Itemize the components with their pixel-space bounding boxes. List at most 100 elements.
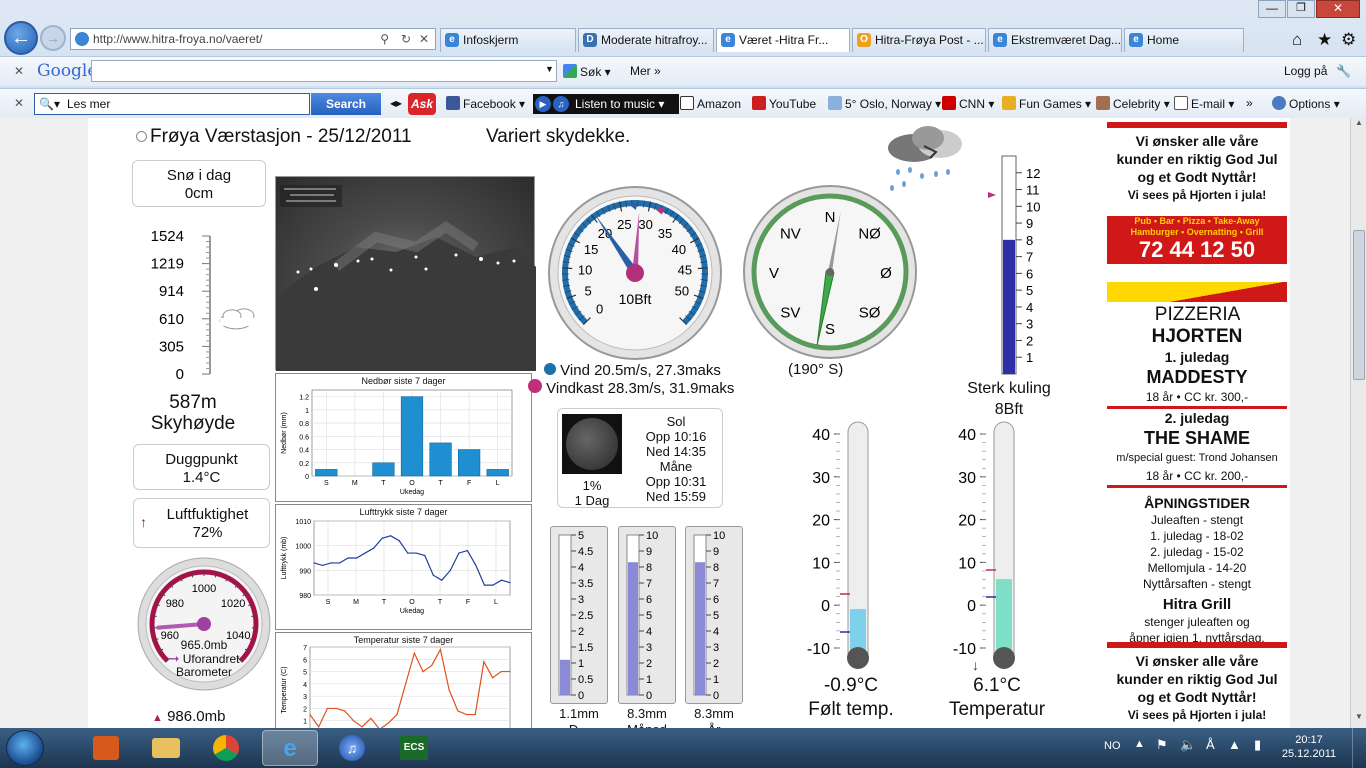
chart-y-tick: 5 [303, 670, 307, 677]
rain-gauge-tick: 0 [713, 690, 719, 702]
temperature-chart-svg: 01234567Temperatur (C) [281, 645, 511, 728]
taskbar-explorer-icon[interactable] [138, 730, 194, 766]
minimize-icon[interactable]: — [1258, 0, 1286, 18]
scroll-up-icon[interactable]: ▲ [1352, 118, 1366, 132]
ad2-age1: 18 år • CC kr. 300,- [1107, 388, 1287, 409]
chevrons-icon[interactable]: ◂▸ [390, 96, 402, 110]
close-toolbar-icon[interactable]: ✕ [14, 96, 24, 110]
ask-search-button[interactable]: Search [311, 93, 381, 115]
toolbar-email[interactable]: E-mail ▾ [1174, 96, 1234, 111]
chart-y-label: Lufttrykk (mb) [281, 537, 288, 580]
restore-icon[interactable]: ❐ [1287, 0, 1315, 18]
rain-gauge-tick: 0 [646, 690, 652, 702]
favorites-star-icon[interactable]: ★ [1317, 30, 1332, 50]
stop-icon[interactable]: ✕ [419, 29, 429, 49]
web-page: Frøya Værstasjon - 25/12/2011 Variert sk… [0, 118, 1350, 728]
barometer-trend: Uforandret [182, 652, 240, 666]
chart-point [458, 552, 460, 554]
tab-vaeret[interactable]: e Været -Hitra Fr... [716, 28, 850, 52]
toolbar-youtube[interactable]: YouTube [752, 96, 816, 111]
scroll-down-icon[interactable]: ▼ [1352, 712, 1366, 726]
taskbar-chrome-icon[interactable] [198, 730, 254, 766]
toolbar-celebrity[interactable]: Celebrity ▾ [1096, 96, 1170, 111]
chart-point [500, 670, 502, 673]
toolbar-options[interactable]: Options ▾ [1272, 96, 1340, 111]
compass-label: S [825, 321, 835, 338]
show-desktop-button[interactable] [1352, 728, 1366, 768]
beaufort-tick-label: 7 [1026, 250, 1033, 265]
refresh-icon[interactable]: ↻ [401, 29, 411, 49]
wrench-icon[interactable]: 🔧 [1336, 64, 1351, 78]
taskbar-itunes-icon[interactable]: ♫ [324, 730, 380, 766]
tab-home[interactable]: e Home [1124, 28, 1244, 52]
toolbar-facebook[interactable]: Facebook ▾ [446, 96, 525, 111]
ad2-date2: 2. juledag [1164, 410, 1230, 426]
start-button-icon[interactable] [6, 730, 44, 766]
chart-y-tick: 6 [303, 657, 307, 664]
ad-pizzeria-hjorten[interactable]: PIZZERIA HJORTEN 1. juledag MADDESTY 18 … [1107, 282, 1287, 645]
volume-icon[interactable]: ♫ [553, 96, 569, 112]
trend-right-arrow-icon: ➞ [168, 651, 180, 666]
action-center-flag-icon[interactable]: ⚑ [1156, 737, 1168, 753]
o-site-icon: O [857, 33, 871, 47]
back-button-icon[interactable]: ← [4, 21, 38, 55]
google-search-button[interactable]: Søk ▾ [563, 64, 611, 79]
webcam-image[interactable] [275, 176, 536, 371]
radio-icon[interactable] [136, 131, 147, 142]
chart-point [373, 547, 375, 549]
ask-search-input[interactable]: 🔍▾ Les mer [34, 93, 310, 115]
show-hidden-icons-icon[interactable]: ▲ [1134, 738, 1145, 750]
moon-image [562, 414, 622, 474]
ad2-hours-title: ÅPNINGSTIDER [1144, 495, 1250, 511]
pressure-chart-title: Lufttrykk siste 7 dager [359, 507, 448, 517]
close-toolbar-icon[interactable]: ✕ [14, 64, 24, 78]
toolbar-music-player[interactable]: ▶ ♫ Listen to music ▾ [533, 94, 679, 114]
chart-point [500, 579, 503, 581]
play-icon[interactable]: ▶ [535, 96, 551, 112]
ad-hjorten-greeting[interactable]: Vi ønsker alle våre kunder en riktig God… [1107, 122, 1287, 264]
google-more-button[interactable]: Mer » [630, 64, 661, 78]
language-indicator[interactable]: NO [1104, 740, 1121, 752]
taskbar-ecs-office-icon[interactable] [78, 730, 134, 766]
toolbar-amazon[interactable]: Amazon [680, 96, 741, 111]
ad3-line: kunder en riktig God Jul [1116, 671, 1278, 687]
page-scrollbar[interactable]: ▲ ▼ [1350, 118, 1366, 728]
network-signal-icon[interactable]: ▲ [1228, 737, 1241, 752]
tools-gear-icon[interactable]: ⚙ [1341, 30, 1356, 50]
thermo-tick-label: 30 [958, 470, 976, 487]
google-search-input[interactable] [91, 60, 557, 82]
chart-point [335, 707, 337, 710]
taskbar-ecs-icon[interactable]: ECS [386, 730, 442, 766]
tab-ekstremvaeret[interactable]: e Ekstremværet Dag... [988, 28, 1122, 52]
compass-label: NV [780, 225, 801, 242]
toolbar-cnn[interactable]: CNN ▾ [942, 96, 994, 111]
google-login-link[interactable]: Logg på [1284, 64, 1327, 78]
scroll-thumb[interactable] [1353, 230, 1365, 380]
taskbar-clock[interactable]: 20:17 25.12.2011 [1276, 733, 1342, 761]
tab-moderate[interactable]: D Moderate hitrafroy... [578, 28, 714, 52]
bluetooth-icon[interactable]: Å [1206, 737, 1215, 752]
battery-icon[interactable]: ▮ [1254, 737, 1261, 753]
taskbar-ie-icon[interactable]: e [262, 730, 318, 766]
search-icon[interactable]: ⚲ [380, 29, 389, 49]
toolbar-weather[interactable]: 5° Oslo, Norway ▾ [828, 96, 941, 111]
chevron-down-icon[interactable]: ▼ [545, 64, 554, 74]
home-icon[interactable]: ⌂ [1292, 30, 1302, 50]
chart-y-tick: 0 [305, 474, 309, 481]
compass-direction-text: (190° S) [788, 361, 844, 378]
more-icon[interactable]: » [1246, 96, 1253, 110]
tab-infoskjerm[interactable]: e Infoskjerm [440, 28, 576, 52]
close-window-icon[interactable]: ✕ [1316, 0, 1360, 18]
sun-set: Ned 14:35 [646, 444, 706, 459]
ad2-date1: 1. juledag [1164, 349, 1230, 365]
ask-logo-icon[interactable]: Ask [408, 93, 436, 115]
address-bar[interactable]: http://www.hitra-froya.no/vaeret/ ⚲ ↻ ✕ [70, 28, 436, 50]
weather-content: Frøya Værstasjon - 25/12/2011 Variert sk… [88, 118, 1104, 728]
tab-hitra-froya-post[interactable]: O Hitra-Frøya Post - ... [852, 28, 986, 52]
volume-icon[interactable]: 🔈 [1180, 737, 1196, 753]
chart-point [474, 713, 476, 716]
chart-point [330, 562, 332, 564]
forward-button-icon[interactable]: → [40, 25, 66, 51]
ad-hjorten-greeting-2[interactable]: Vi ønsker alle våre kunder en riktig God… [1107, 642, 1287, 728]
toolbar-fun-games[interactable]: Fun Games ▾ [1002, 96, 1091, 111]
